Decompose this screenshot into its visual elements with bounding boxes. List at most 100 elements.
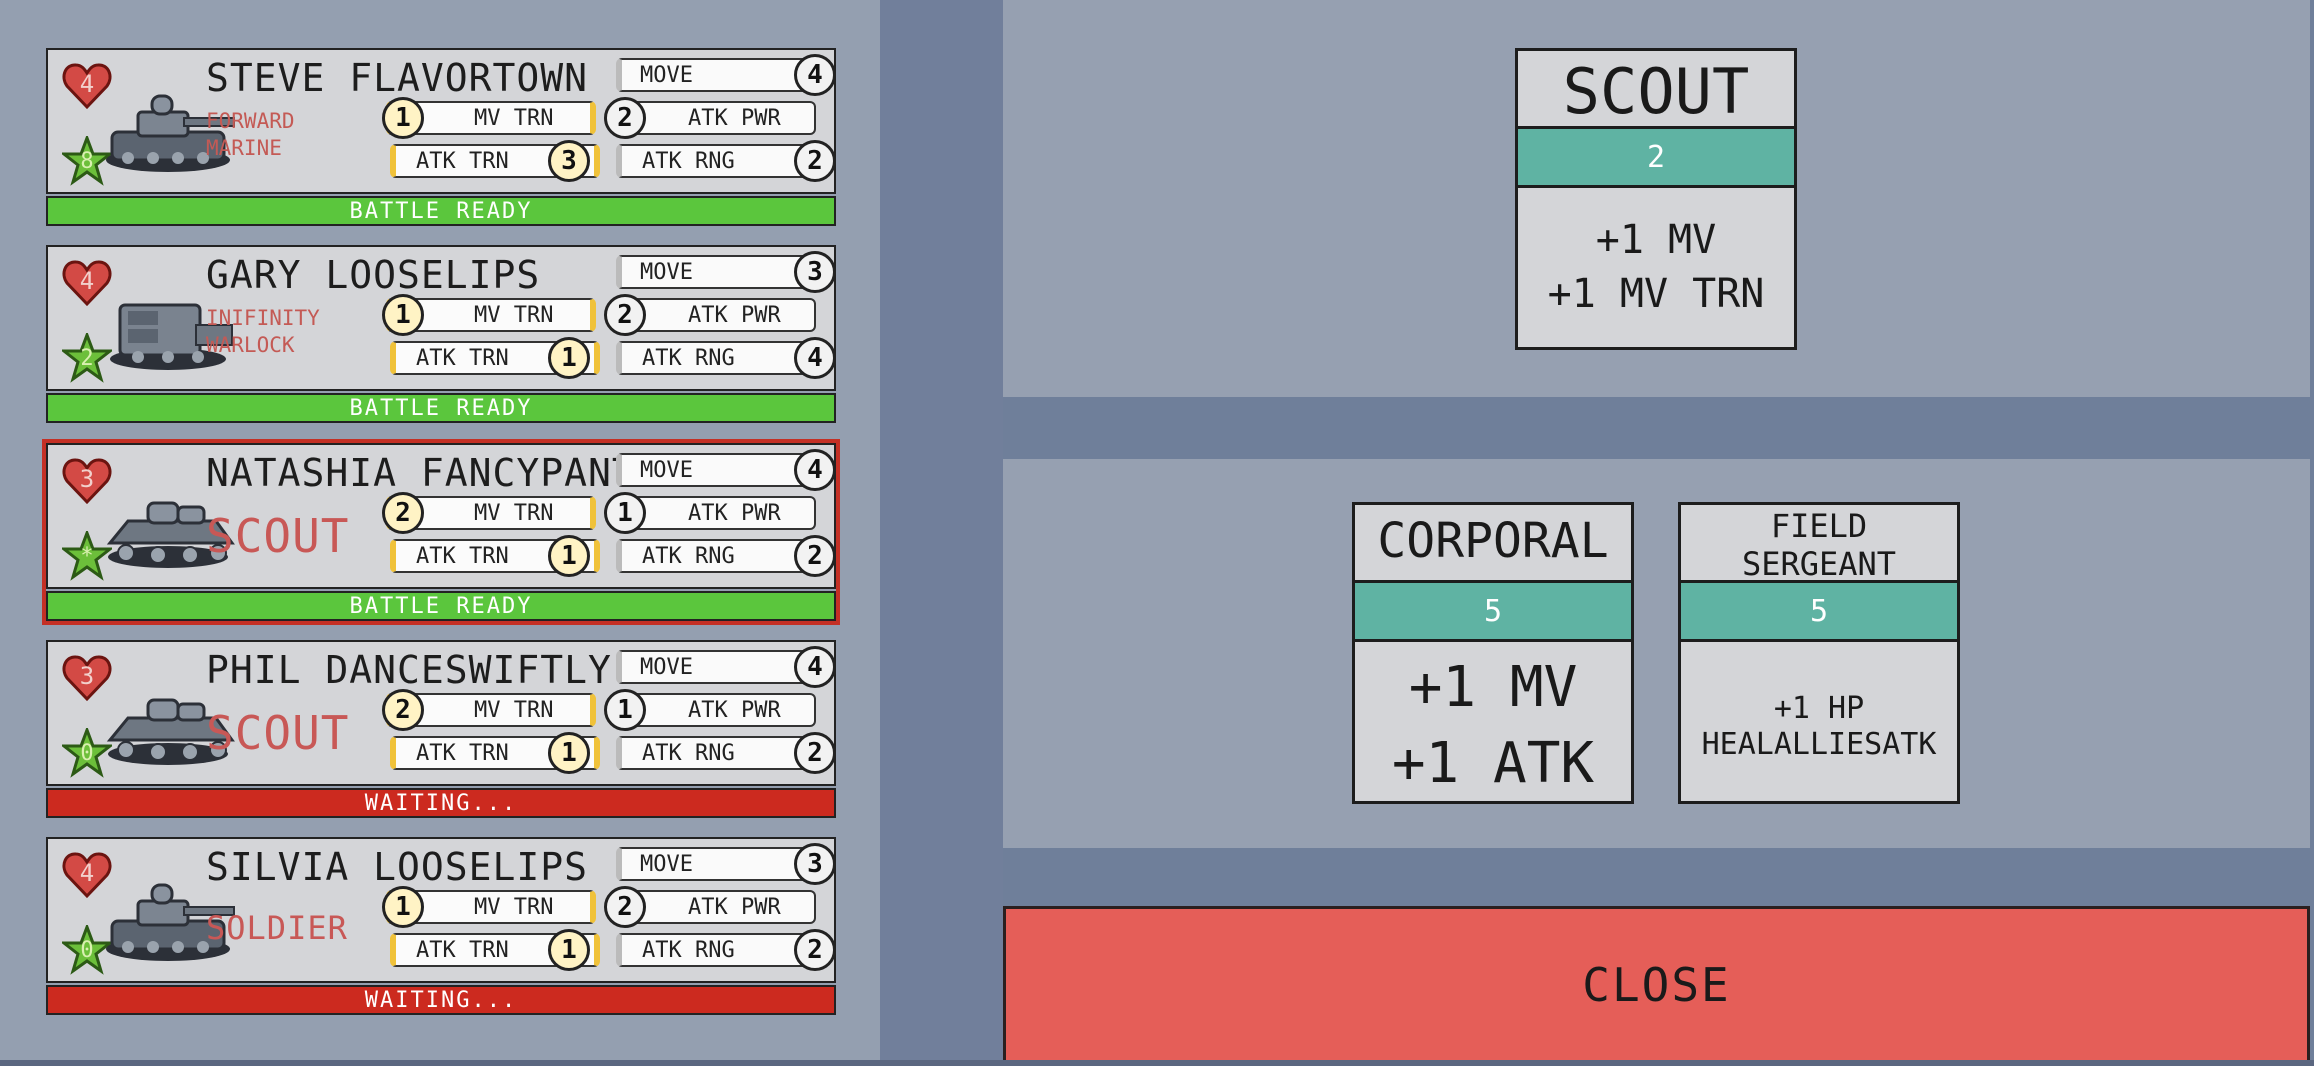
mv-trn-label: MV TRN	[474, 500, 554, 526]
promotion-pane: CORPORAL 5 +1 MV +1 ATK FIELD SERGEANT 5…	[1003, 459, 2310, 848]
unit-card-body: 3 * NATASHIA FANCYPANTS SCOUT MOVE 4 MV …	[46, 443, 836, 589]
current-rank-card: SCOUT 2 +1 MV +1 MV TRN	[1515, 48, 1797, 350]
atk-trn-value: 1	[548, 929, 590, 971]
mv-trn-label: MV TRN	[474, 697, 554, 723]
unit-card-body: 3 0 PHIL DANCESWIFTLY SCOUT MOVE 4 MV TR…	[46, 640, 836, 786]
atk-pwr-value: 2	[604, 97, 646, 139]
atk-trn-value: 3	[548, 140, 590, 182]
atk-rng-label: ATK RNG	[642, 148, 735, 174]
unit-rank: SOLDIER	[206, 909, 348, 947]
move-stat: MOVE	[616, 650, 816, 684]
rank-bonus-1: +1 MV	[1408, 655, 1578, 720]
rank-bonus-1: +1 MV	[1595, 217, 1717, 263]
unit-card[interactable]: 4 0 SILVIA LOOSELIPS SOLDIER MOVE 3 MV T…	[46, 837, 836, 1015]
atk-pwr-stat: ATK PWR	[616, 693, 816, 727]
atk-rng-stat: ATK RNG	[616, 736, 816, 770]
move-label: MOVE	[640, 62, 693, 88]
atk-rng-value: 2	[794, 732, 836, 774]
move-label: MOVE	[640, 457, 693, 483]
move-stat: MOVE	[616, 453, 816, 487]
promotion-card-corporal[interactable]: CORPORAL 5 +1 MV +1 ATK	[1352, 502, 1634, 804]
bottom-strip	[0, 1060, 2314, 1066]
atk-pwr-label: ATK PWR	[688, 302, 781, 328]
status-bar: BATTLE READY	[46, 591, 836, 621]
unit-rank: INIFINITY WARLOCK	[206, 306, 320, 357]
atk-pwr-label: ATK PWR	[688, 105, 781, 131]
unit-rank: SCOUT	[206, 706, 350, 760]
unit-name: PHIL DANCESWIFTLY	[206, 648, 612, 692]
unit-card[interactable]: 3 0 PHIL DANCESWIFTLY SCOUT MOVE 4 MV TR…	[46, 640, 836, 818]
atk-rng-label: ATK RNG	[642, 740, 735, 766]
rank-bonus-2: HEALALLIESATK	[1701, 727, 1937, 762]
mv-trn-value: 2	[382, 492, 424, 534]
move-value: 3	[794, 843, 836, 885]
unit-card-body: 4 0 SILVIA LOOSELIPS SOLDIER MOVE 3 MV T…	[46, 837, 836, 983]
move-stat: MOVE	[616, 58, 816, 92]
unit-card-selected[interactable]: 3 * NATASHIA FANCYPANTS SCOUT MOVE 4 MV …	[42, 439, 840, 625]
atk-pwr-label: ATK PWR	[688, 697, 781, 723]
rank-cost: 2	[1515, 126, 1797, 188]
current-rank-pane: SCOUT 2 +1 MV +1 MV TRN	[1003, 0, 2310, 397]
unit-name: SILVIA LOOSELIPS	[206, 845, 589, 889]
rank-title: SCOUT	[1562, 55, 1750, 128]
mv-trn-value: 1	[382, 97, 424, 139]
atk-pwr-label: ATK PWR	[688, 894, 781, 920]
atk-pwr-stat: ATK PWR	[616, 890, 816, 924]
move-label: MOVE	[640, 851, 693, 877]
atk-rng-value: 4	[794, 337, 836, 379]
mv-trn-label: MV TRN	[474, 302, 554, 328]
promotion-card-field-sergeant[interactable]: FIELD SERGEANT 5 +1 HP HEALALLIESATK	[1678, 502, 1960, 804]
mv-trn-label: MV TRN	[474, 105, 554, 131]
atk-pwr-value: 1	[604, 689, 646, 731]
atk-pwr-value: 1	[604, 492, 646, 534]
unit-card[interactable]: 4 8 STEVE FLAVORTOWN FORWARD MARINE MOVE…	[46, 48, 836, 226]
unit-card[interactable]: 4 2 GARY LOOSELIPS INIFINITY WARLOCK MOV…	[46, 245, 836, 423]
atk-trn-label: ATK TRN	[416, 543, 509, 569]
unit-rank: FORWARD MARINE	[206, 109, 295, 160]
status-bar: BATTLE READY	[46, 393, 836, 423]
close-button[interactable]: CLOSE	[1003, 906, 2310, 1060]
move-value: 4	[794, 449, 836, 491]
rank-title-line-2: SERGEANT	[1741, 545, 1897, 583]
unit-name: GARY LOOSELIPS	[206, 253, 541, 297]
atk-trn-label: ATK TRN	[416, 740, 509, 766]
move-stat: MOVE	[616, 847, 816, 881]
atk-trn-label: ATK TRN	[416, 937, 509, 963]
unit-name: STEVE FLAVORTOWN	[206, 56, 589, 100]
unit-rank: SCOUT	[206, 509, 350, 563]
atk-rng-label: ATK RNG	[642, 345, 735, 371]
mv-trn-value: 1	[382, 886, 424, 928]
rank-bonus-2: +1 ATK	[1391, 731, 1595, 796]
move-value: 4	[794, 54, 836, 96]
atk-trn-value: 1	[548, 337, 590, 379]
atk-pwr-label: ATK PWR	[688, 500, 781, 526]
status-bar: BATTLE READY	[46, 196, 836, 226]
move-stat: MOVE	[616, 255, 816, 289]
move-value: 4	[794, 646, 836, 688]
atk-rng-stat: ATK RNG	[616, 144, 816, 178]
atk-trn-value: 1	[548, 535, 590, 577]
rank-title: CORPORAL	[1377, 513, 1609, 569]
unit-card-body: 4 8 STEVE FLAVORTOWN FORWARD MARINE MOVE…	[46, 48, 836, 194]
move-label: MOVE	[640, 259, 693, 285]
atk-rng-label: ATK RNG	[642, 937, 735, 963]
rank-bonus-1: +1 HP	[1773, 691, 1865, 726]
atk-pwr-value: 2	[604, 886, 646, 928]
move-label: MOVE	[640, 654, 693, 680]
atk-rng-value: 2	[794, 140, 836, 182]
rank-title-line-1: FIELD	[1770, 507, 1868, 545]
atk-rng-stat: ATK RNG	[616, 341, 816, 375]
status-bar: WAITING...	[46, 985, 836, 1015]
atk-trn-value: 1	[548, 732, 590, 774]
move-value: 3	[794, 251, 836, 293]
atk-pwr-stat: ATK PWR	[616, 298, 816, 332]
atk-rng-stat: ATK RNG	[616, 933, 816, 967]
mv-trn-label: MV TRN	[474, 894, 554, 920]
unit-name: NATASHIA FANCYPANTS	[206, 451, 660, 495]
atk-pwr-stat: ATK PWR	[616, 101, 816, 135]
atk-trn-label: ATK TRN	[416, 148, 509, 174]
atk-rng-stat: ATK RNG	[616, 539, 816, 573]
mv-trn-value: 2	[382, 689, 424, 731]
atk-rng-value: 2	[794, 929, 836, 971]
atk-pwr-value: 2	[604, 294, 646, 336]
